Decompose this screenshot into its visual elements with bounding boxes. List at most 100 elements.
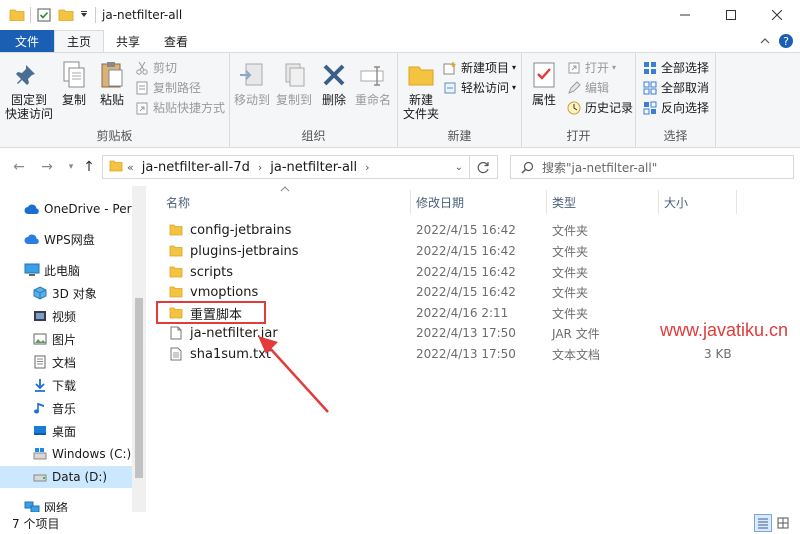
rename-button[interactable]: 重命名 <box>352 59 394 107</box>
scissors-icon <box>134 60 150 76</box>
invert-selection-button[interactable]: 反向选择 <box>642 98 709 117</box>
copy-button[interactable]: 复制 <box>56 59 92 107</box>
nav-item-desktop[interactable]: 桌面 <box>0 420 132 442</box>
new-folder-button[interactable]: 新建 文件夹 <box>400 59 442 121</box>
file-name: plugins-jetbrains <box>190 243 299 259</box>
drive-icon <box>32 446 48 462</box>
history-button[interactable]: 历史记录 <box>566 98 633 117</box>
nav-item-videos[interactable]: 视频 <box>0 305 132 327</box>
copy-path-button[interactable]: 复制路径 <box>134 78 201 97</box>
search-box[interactable]: 搜索"ja-netfilter-all" <box>510 155 794 179</box>
overflow-chevron[interactable]: « <box>127 161 134 174</box>
maximize-button[interactable] <box>708 0 754 30</box>
status-bar: 7 个项目 <box>0 512 800 534</box>
nav-item-windows-c[interactable]: Windows (C:) <box>0 443 132 465</box>
nav-item-pictures[interactable]: 图片 <box>0 328 132 350</box>
copy-to-button[interactable]: 复制到 <box>274 59 314 107</box>
nav-scrollbar-thumb[interactable] <box>135 298 143 478</box>
move-to-button[interactable]: 移动到 <box>232 59 272 107</box>
recent-locations-button[interactable]: ▾ <box>62 158 80 176</box>
back-button[interactable]: ← <box>10 158 28 176</box>
window-title: ja-netfilter-all <box>102 8 183 22</box>
nav-item-onedrive[interactable]: OneDrive - Perso <box>0 198 132 220</box>
select-all-button[interactable]: 全部选择 <box>642 58 709 77</box>
select-none-button[interactable]: 全部取消 <box>642 78 709 97</box>
address-history-chevron-icon[interactable]: ⌄ <box>455 162 463 173</box>
easy-access-button[interactable]: 轻松访问 ▾ <box>442 78 516 97</box>
column-separator[interactable] <box>736 190 737 214</box>
column-header-size[interactable]: 大小 <box>664 192 688 212</box>
paste-shortcut-button[interactable]: 粘贴快捷方式 <box>134 98 225 117</box>
table-row[interactable]: plugins-jetbrains 2022/4/15 16:42 文件夹 <box>164 241 724 261</box>
delete-button[interactable]: 删除 <box>318 59 350 107</box>
properties-icon[interactable] <box>33 4 55 26</box>
nav-item-label: 3D 对象 <box>52 286 97 301</box>
cut-button[interactable]: 剪切 <box>134 58 177 77</box>
cut-label: 剪切 <box>153 61 178 75</box>
nav-item-label: Data (D:) <box>52 470 108 484</box>
chevron-right-icon[interactable]: › <box>365 161 369 174</box>
file-name-cell: vmoptions <box>168 282 258 302</box>
nav-item-label: 文档 <box>52 355 77 370</box>
nav-item-wps[interactable]: WPS网盘 <box>0 228 132 250</box>
nav-item-this-pc[interactable]: 此电脑 <box>0 259 132 281</box>
file-size: 3 KB <box>704 347 732 361</box>
nav-item-downloads[interactable]: 下载 <box>0 374 132 396</box>
chevron-right-icon[interactable]: › <box>258 161 262 174</box>
nav-item-3d-objects[interactable]: 3D 对象 <box>0 282 132 304</box>
column-separator[interactable] <box>410 190 411 214</box>
column-header-type[interactable]: 类型 <box>552 192 576 212</box>
select-group: 全部选择 全部取消 反向选择 选择 <box>636 53 716 147</box>
column-header-date[interactable]: 修改日期 <box>416 192 464 212</box>
refresh-button[interactable] <box>469 156 497 178</box>
arrow-left-icon: ← <box>13 159 25 175</box>
breadcrumb-parent[interactable]: ja-netfilter-all-7d <box>142 160 250 175</box>
paste-button[interactable]: 粘贴 <box>94 59 130 107</box>
file-type: 文件夹 <box>552 285 589 300</box>
file-type: 文件夹 <box>552 223 589 238</box>
window-controls <box>662 0 800 30</box>
nav-item-label: 图片 <box>52 332 77 347</box>
large-icons-view-button[interactable] <box>774 514 792 532</box>
column-separator[interactable] <box>546 190 547 214</box>
column-separator[interactable] <box>658 190 659 214</box>
forward-button[interactable]: → <box>38 158 56 176</box>
nav-item-music[interactable]: 音乐 <box>0 397 132 419</box>
nav-item-label: 此电脑 <box>44 263 81 278</box>
help-icon[interactable]: ? <box>778 33 794 49</box>
customize-chevron-icon[interactable] <box>77 4 91 26</box>
column-header-name[interactable]: 名称 <box>166 192 190 212</box>
table-row[interactable]: vmoptions 2022/4/15 16:42 文件夹 <box>164 282 724 302</box>
collapse-ribbon-icon[interactable] <box>760 37 770 45</box>
up-button[interactable]: ↑ <box>80 158 98 176</box>
address-bar[interactable]: « ja-netfilter-all-7d › ja-netfilter-all… <box>102 155 498 179</box>
table-row[interactable]: sha1sum.txt 2022/4/13 17:50 文本文档 3 KB <box>164 344 732 364</box>
svg-text:?: ? <box>783 35 789 48</box>
minimize-button[interactable] <box>662 0 708 30</box>
select-none-icon <box>642 80 658 96</box>
close-button[interactable] <box>754 0 800 30</box>
tab-file[interactable]: 文件 <box>0 30 54 52</box>
table-row[interactable]: config-jetbrains 2022/4/15 16:42 文件夹 <box>164 220 724 240</box>
open-button[interactable]: 打开 ▾ <box>566 58 616 77</box>
nav-scrollbar[interactable] <box>132 186 146 514</box>
new-item-button[interactable]: 新建项目 ▾ <box>442 58 516 77</box>
pin-quick-access-button[interactable]: 固定到 快速访问 <box>4 59 54 121</box>
clipboard-group-label: 剪贴板 <box>96 129 133 143</box>
divider <box>30 7 31 23</box>
easy-access-icon <box>442 80 458 96</box>
nav-item-data-d[interactable]: Data (D:) <box>0 466 132 488</box>
nav-item-documents[interactable]: 文档 <box>0 351 132 373</box>
new-folder-icon[interactable] <box>55 4 77 26</box>
breadcrumb-current[interactable]: ja-netfilter-all <box>270 160 357 175</box>
edit-button[interactable]: 编辑 <box>566 78 609 97</box>
table-row[interactable]: ja-netfilter.jar 2022/4/13 17:50 JAR 文件 <box>164 323 724 343</box>
tab-share[interactable]: 共享 <box>104 30 152 52</box>
rename-label: 重命名 <box>354 93 391 107</box>
tab-home[interactable]: 主页 <box>54 30 105 52</box>
table-row[interactable]: scripts 2022/4/15 16:42 文件夹 <box>164 262 724 282</box>
details-view-button[interactable] <box>754 514 772 532</box>
tab-view[interactable]: 查看 <box>152 30 200 52</box>
properties-button[interactable]: 属性 <box>526 59 562 107</box>
copy-path-icon <box>134 80 150 96</box>
